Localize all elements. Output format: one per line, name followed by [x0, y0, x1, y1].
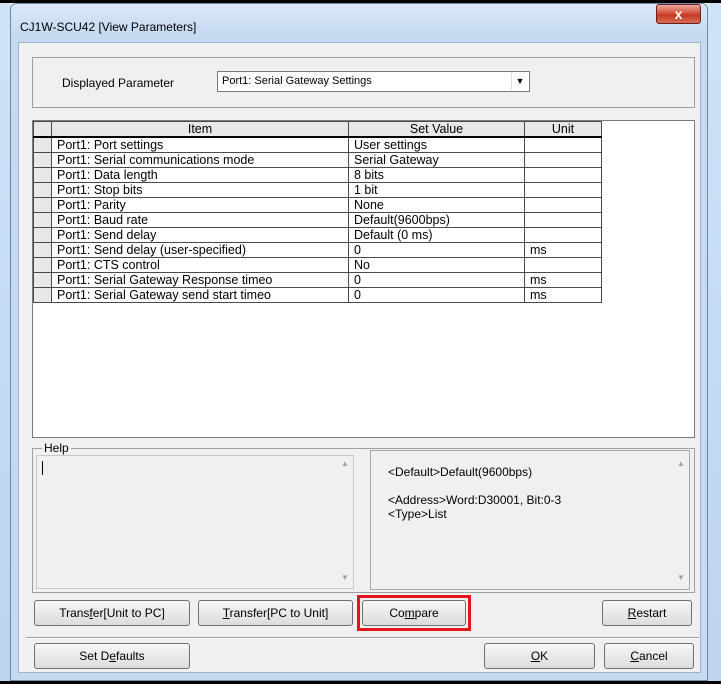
cell-item: Port1: CTS control — [51, 257, 349, 273]
row-header[interactable] — [33, 242, 52, 258]
transfer-unit-to-pc-button[interactable]: Transfer[Unit to PC] — [34, 600, 190, 626]
row-header[interactable] — [33, 212, 52, 228]
cell-set-value[interactable]: 8 bits — [348, 167, 525, 183]
row-header[interactable] — [33, 197, 52, 213]
cell-unit — [524, 212, 602, 228]
cell-unit — [524, 136, 602, 153]
window-title: CJ1W-SCU42 [View Parameters] — [20, 20, 197, 34]
help-description-text: <Default>Default(9600bps) <Address>Word:… — [388, 465, 561, 521]
help-input-area[interactable] — [36, 455, 354, 589]
row-header[interactable] — [33, 287, 52, 303]
cell-unit: ms — [524, 242, 602, 258]
help-type-line: <Type>List — [388, 507, 447, 521]
table-row[interactable]: Port1: CTS control No — [33, 257, 602, 273]
compare-highlight-box — [357, 595, 471, 631]
dropdown-value: Port1: Serial Gateway Settings — [222, 75, 372, 87]
displayed-parameter-label: Displayed Parameter — [62, 76, 175, 90]
row-header[interactable] — [33, 257, 52, 273]
cell-set-value[interactable]: Default (0 ms) — [348, 227, 525, 243]
cell-item: Port1: Port settings — [51, 136, 349, 153]
cell-set-value[interactable]: 0 — [348, 242, 525, 258]
table-row[interactable]: Port1: Send delay (user-specified) 0 ms — [33, 242, 602, 258]
cell-item: Port1: Parity — [51, 197, 349, 213]
cell-unit — [524, 197, 602, 213]
column-header-item: Item — [51, 121, 349, 138]
cell-set-value[interactable]: User settings — [348, 136, 525, 153]
ok-button[interactable]: OK — [484, 643, 595, 669]
scroll-up-icon[interactable]: ▲ — [673, 456, 689, 472]
scroll-down-icon[interactable]: ▼ — [337, 570, 353, 586]
cancel-button[interactable]: Cancel — [604, 643, 694, 669]
cell-unit — [524, 257, 602, 273]
cell-item: Port1: Serial Gateway send start timeo — [51, 287, 349, 303]
cell-item: Port1: Data length — [51, 167, 349, 183]
displayed-parameter-dropdown[interactable]: Port1: Serial Gateway Settings ▼ — [217, 71, 530, 92]
close-button[interactable]: x — [656, 4, 701, 24]
row-header[interactable] — [33, 227, 52, 243]
chevron-down-icon[interactable]: ▼ — [511, 73, 528, 90]
cell-item: Port1: Serial communications mode — [51, 152, 349, 168]
cell-set-value[interactable]: Default(9600bps) — [348, 212, 525, 228]
table-row[interactable]: Port1: Port settings User settings — [33, 136, 602, 153]
cell-set-value[interactable]: None — [348, 197, 525, 213]
background-window-edge-right — [708, 3, 721, 681]
row-header[interactable] — [33, 152, 52, 168]
cell-set-value[interactable]: 0 — [348, 272, 525, 288]
row-header-corner — [33, 121, 52, 138]
cell-set-value[interactable]: Serial Gateway — [348, 152, 525, 168]
parameter-grid: Item Set Value Unit Port1: Port settings… — [33, 121, 602, 303]
button-separator — [26, 637, 699, 639]
table-row[interactable]: Port1: Serial Gateway Response timeo 0 ms — [33, 272, 602, 288]
help-label: Help — [42, 441, 71, 455]
background-window-edge — [0, 3, 10, 681]
cell-set-value[interactable]: 0 — [348, 287, 525, 303]
cell-set-value[interactable]: No — [348, 257, 525, 273]
parameter-table: Item Set Value Unit Port1: Port settings… — [32, 120, 695, 438]
cell-item: Port1: Baud rate — [51, 212, 349, 228]
help-default-line: <Default>Default(9600bps) — [388, 465, 533, 479]
table-row[interactable]: Port1: Serial Gateway send start timeo 0 m… — [33, 287, 602, 303]
table-row[interactable]: Port1: Data length 8 bits — [33, 167, 602, 183]
help-address-line: <Address>Word:D30001, Bit:0-3 — [388, 493, 562, 507]
cell-unit — [524, 152, 602, 168]
row-header[interactable] — [33, 136, 52, 153]
cell-item: Port1: Send delay (user-specified) — [51, 242, 349, 258]
row-header[interactable] — [33, 167, 52, 183]
cell-unit — [524, 227, 602, 243]
cell-item: Port1: Serial Gateway Response timeo — [51, 272, 349, 288]
cell-item: Port1: Stop bits — [51, 182, 349, 198]
row-header[interactable] — [33, 182, 52, 198]
column-header-set-value: Set Value — [348, 121, 525, 138]
help-right-scrollbar[interactable]: ▲ ▼ — [673, 456, 689, 588]
scroll-down-icon[interactable]: ▼ — [673, 570, 689, 586]
row-header[interactable] — [33, 272, 52, 288]
table-header-row: Item Set Value Unit — [33, 121, 602, 138]
set-defaults-button[interactable]: Set Defaults — [34, 643, 190, 669]
close-icon: x — [674, 6, 683, 22]
text-caret — [42, 461, 43, 475]
help-left-scrollbar[interactable]: ▲ ▼ — [337, 456, 353, 588]
table-row[interactable]: Port1: Parity None — [33, 197, 602, 213]
cell-unit — [524, 167, 602, 183]
cell-unit — [524, 182, 602, 198]
cell-unit: ms — [524, 272, 602, 288]
column-header-unit: Unit — [524, 121, 602, 138]
table-row[interactable]: Port1: Send delay Default (0 ms) — [33, 227, 602, 243]
cell-item: Port1: Send delay — [51, 227, 349, 243]
restart-button[interactable]: Restart — [602, 600, 692, 626]
transfer-pc-to-unit-button[interactable]: Transfer[PC to Unit] — [198, 600, 353, 626]
table-row[interactable]: Port1: Serial communications mode Serial … — [33, 152, 602, 168]
table-row[interactable]: Port1: Baud rate Default(9600bps) — [33, 212, 602, 228]
table-row[interactable]: Port1: Stop bits 1 bit — [33, 182, 602, 198]
cell-set-value[interactable]: 1 bit — [348, 182, 525, 198]
cell-unit: ms — [524, 287, 602, 303]
scroll-up-icon[interactable]: ▲ — [337, 456, 353, 472]
